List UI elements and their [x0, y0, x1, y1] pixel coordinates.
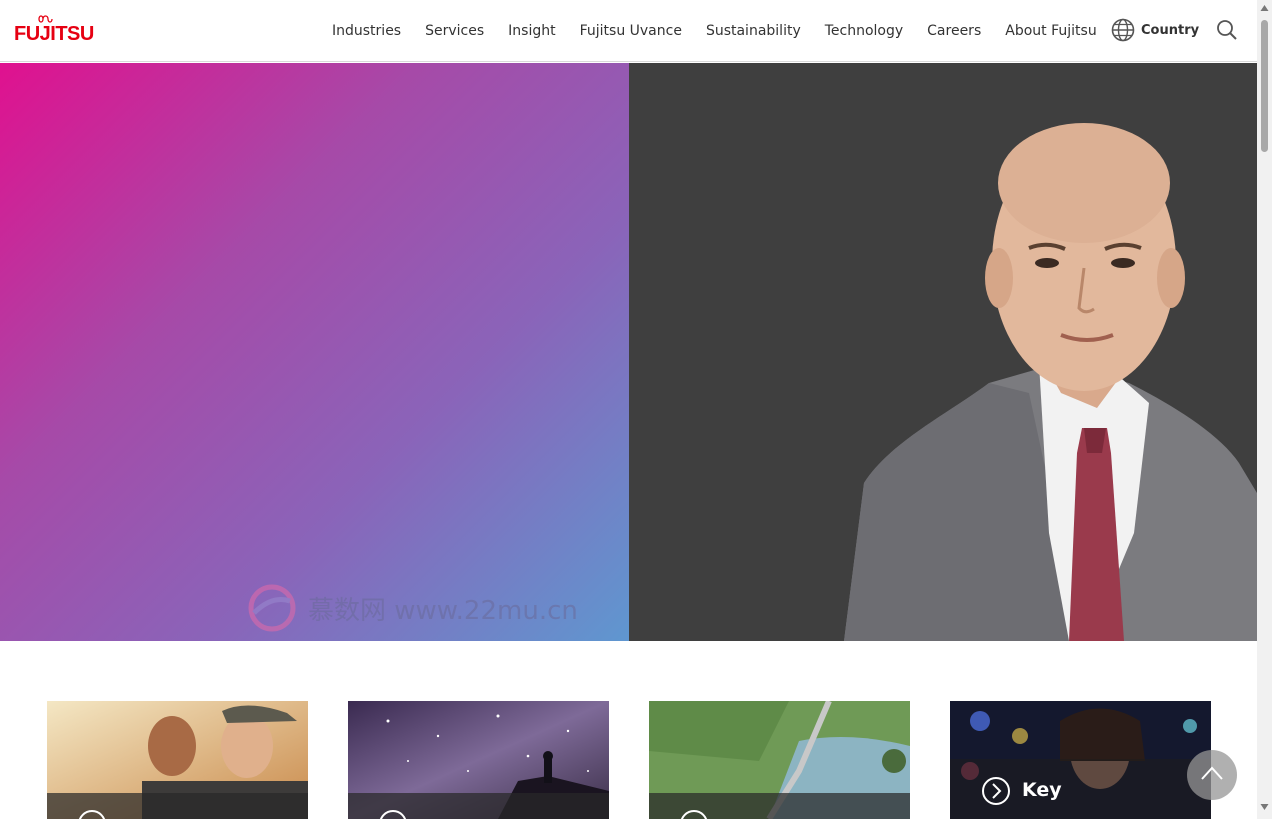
nav-item-careers[interactable]: Careers — [927, 23, 981, 39]
search-icon — [1217, 20, 1237, 40]
nav-item-services[interactable]: Services — [425, 23, 484, 39]
circle-arrow-icon — [680, 810, 708, 819]
hero-gradient-panel — [0, 63, 629, 641]
scroll-down-arrow-icon[interactable] — [1260, 803, 1269, 811]
vertical-scrollbar[interactable] — [1257, 0, 1272, 819]
nav-item-technology[interactable]: Technology — [825, 23, 903, 39]
search-button[interactable] — [1216, 19, 1238, 46]
executive-portrait-image — [844, 123, 1257, 641]
country-label: Country — [1141, 22, 1200, 38]
card-title: Key — [1022, 779, 1062, 801]
circle-arrow-icon — [982, 777, 1010, 805]
card-people[interactable] — [47, 701, 308, 819]
card-sustainability[interactable] — [348, 701, 609, 819]
logo-wordmark: FUJITSU — [14, 23, 94, 45]
nav-item-industries[interactable]: Industries — [332, 23, 401, 39]
watermark-logo-icon — [248, 584, 296, 632]
card-key-technologies[interactable]: Key — [950, 701, 1211, 819]
back-to-top-button[interactable] — [1187, 750, 1237, 800]
card-fujitsu-uvance[interactable] — [649, 701, 910, 819]
scroll-up-arrow-icon[interactable] — [1260, 4, 1269, 12]
site-watermark: 慕数网 www.22mu.cn — [244, 583, 578, 633]
globe-icon — [1111, 18, 1135, 42]
nav-item-insight[interactable]: Insight — [508, 23, 555, 39]
country-selector[interactable]: Country — [1111, 18, 1199, 42]
chevron-up-icon — [1201, 766, 1223, 780]
watermark-text: 慕数网 www.22mu.cn — [308, 595, 578, 626]
site-header: FUJITSU Industries Services Insight Fuji… — [0, 0, 1257, 62]
circle-arrow-icon — [78, 810, 106, 819]
fujitsu-logo[interactable]: FUJITSU — [14, 14, 94, 46]
hero-portrait-panel — [629, 63, 1257, 641]
scrollbar-thumb[interactable] — [1261, 20, 1268, 152]
nav-item-sustainability[interactable]: Sustainability — [706, 23, 801, 39]
nav-item-about-fujitsu[interactable]: About Fujitsu — [1005, 23, 1096, 39]
main-navigation: Industries Services Insight Fujitsu Uvan… — [320, 0, 1109, 61]
nav-item-fujitsu-uvance[interactable]: Fujitsu Uvance — [580, 23, 682, 39]
circle-arrow-icon — [379, 810, 407, 819]
